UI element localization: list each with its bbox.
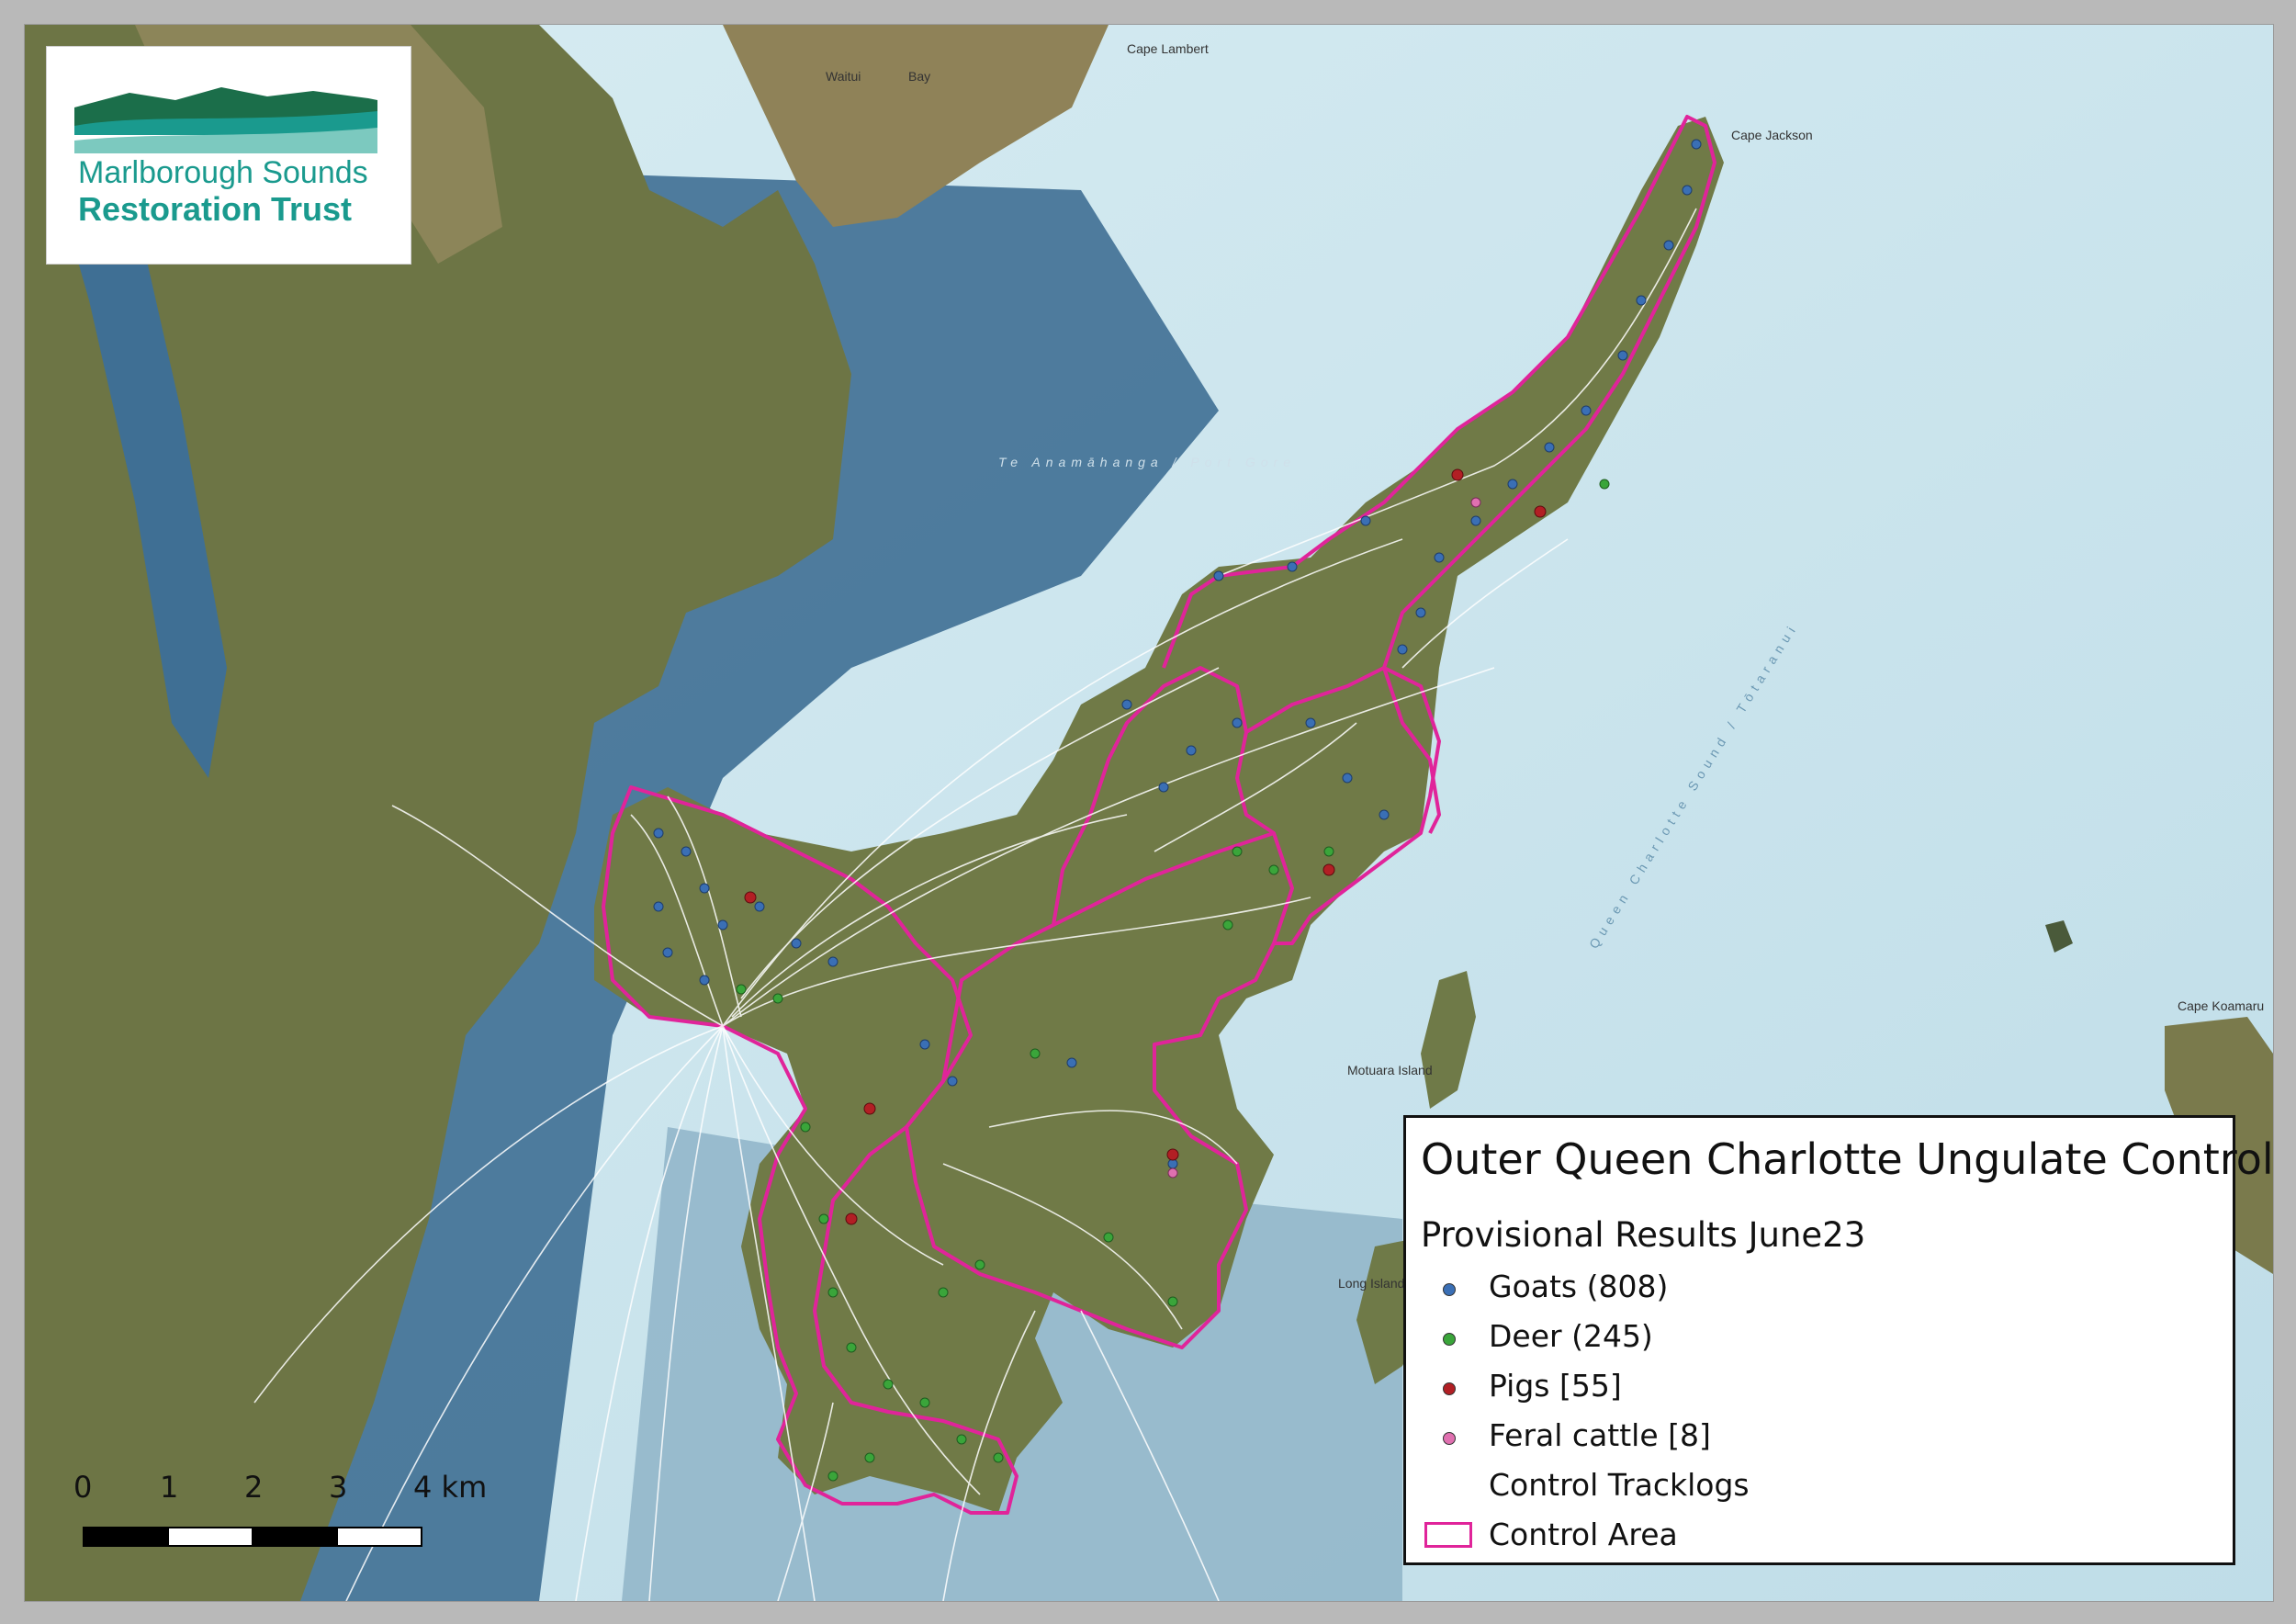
place-label-bay: Bay — [908, 69, 931, 84]
legend-item-deer: Deer (245) — [1489, 1318, 1653, 1354]
place-label-long-island: Long Island — [1338, 1276, 1405, 1291]
scale-tick-1: 1 — [160, 1470, 179, 1505]
scale-tick-0: 0 — [73, 1470, 93, 1505]
scale-segment-4 — [336, 1527, 422, 1547]
map-legend: Outer Queen Charlotte Ungulate Control P… — [1403, 1115, 2274, 1565]
pigs-symbol-icon — [1443, 1382, 1456, 1395]
trust-logo: Marlborough Sounds Restoration Trust — [46, 46, 411, 265]
legend-item-pigs: Pigs [55] — [1489, 1368, 1622, 1404]
scale-segment-3 — [252, 1527, 338, 1547]
place-label-waitui: Waitui — [826, 69, 861, 84]
cattle-symbol-icon — [1443, 1432, 1456, 1445]
logo-hills-graphic — [74, 87, 377, 153]
map-frame: Cape Lambert Waitui Bay Cape Jackson Te … — [0, 0, 2296, 1624]
scale-tick-3: 3 — [329, 1470, 348, 1505]
deer-symbol-icon — [1443, 1333, 1456, 1346]
control-area-symbol-icon — [1424, 1522, 1472, 1548]
place-label-cape-lambert: Cape Lambert — [1127, 41, 1209, 56]
scale-tick-4: 4 km — [413, 1470, 488, 1505]
scale-segment-1 — [83, 1527, 169, 1547]
legend-item-feral-cattle: Feral cattle [8] — [1489, 1417, 1711, 1453]
scale-segment-2 — [167, 1527, 253, 1547]
goats-symbol-icon — [1443, 1283, 1456, 1296]
place-label-motuara-island: Motuara Island — [1347, 1063, 1433, 1077]
legend-item-tracklogs: Control Tracklogs — [1489, 1467, 1750, 1503]
legend-title: Outer Queen Charlotte Ungulate Control — [1421, 1134, 2274, 1184]
scale-tick-2: 2 — [244, 1470, 264, 1505]
place-label-port-gore: Te Anamāhanga / Port Gore — [998, 455, 1297, 469]
legend-item-goats: Goats (808) — [1489, 1269, 1669, 1304]
legend-subtitle: Provisional Results June23 — [1421, 1215, 1866, 1255]
scale-bar: 0 1 2 3 4 km — [73, 1470, 487, 1562]
place-label-cape-koamaru: Cape Koamaru — [2178, 998, 2265, 1013]
legend-item-control-area: Control Area — [1489, 1517, 1678, 1552]
logo-name-line1: Marlborough Sounds — [78, 155, 368, 190]
place-label-cape-jackson: Cape Jackson — [1731, 128, 1813, 142]
logo-name-line2: Restoration Trust — [78, 190, 353, 228]
